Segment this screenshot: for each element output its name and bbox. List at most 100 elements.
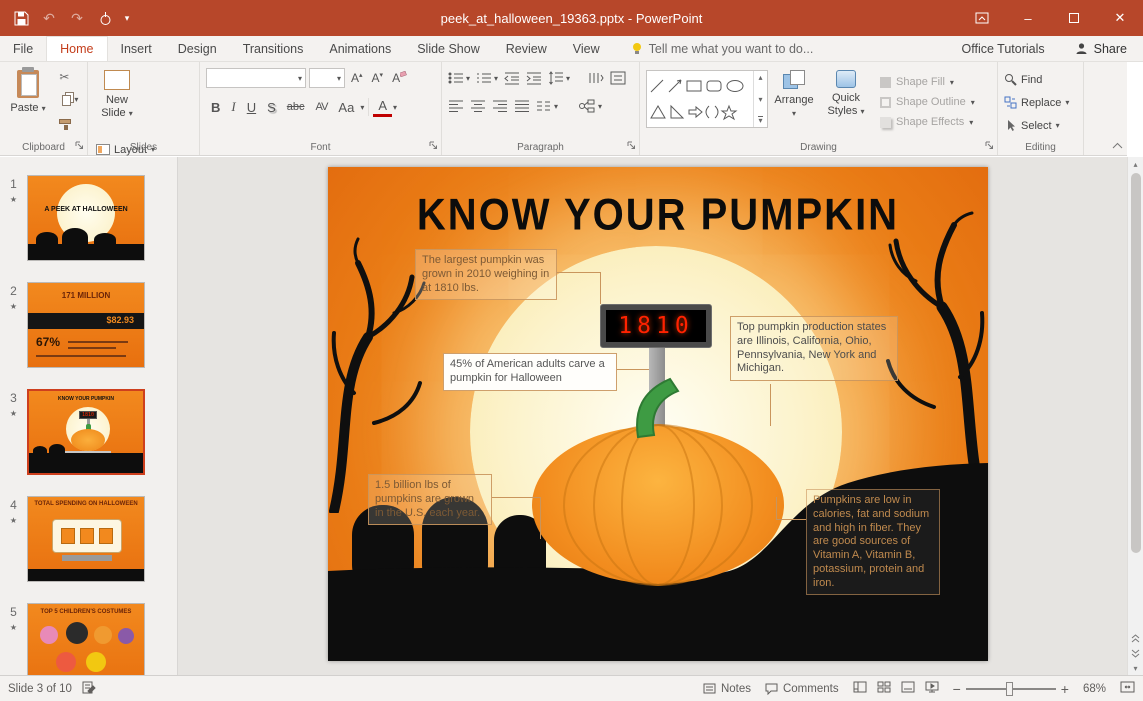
slide-show-button[interactable] bbox=[925, 681, 939, 696]
notes-button[interactable]: Notes bbox=[703, 683, 751, 695]
slide-thumbnail-3[interactable]: 3 ★ KNOW YOUR PUMPKIN 1810 bbox=[0, 389, 177, 475]
clipboard-dialog-launcher[interactable] bbox=[75, 139, 84, 153]
align-text-button[interactable] bbox=[610, 71, 626, 85]
justify-button[interactable] bbox=[514, 99, 530, 113]
callout-largest-pumpkin[interactable]: The largest pumpkin was grown in 2010 we… bbox=[415, 249, 557, 300]
shapes-more-button[interactable]: ▾ bbox=[758, 116, 762, 125]
numbering-button[interactable]: ▾ bbox=[476, 71, 498, 85]
format-painter-button[interactable] bbox=[57, 110, 80, 132]
tab-slide-show[interactable]: Slide Show bbox=[404, 36, 493, 61]
slide-canvas[interactable]: KNOW YOUR PUMPKIN 1810 bbox=[328, 167, 988, 661]
scroll-down-button[interactable]: ▾ bbox=[1133, 664, 1137, 673]
callout-carve-pumpkin[interactable]: 45% of American adults carve a pumpkin f… bbox=[443, 353, 617, 391]
next-slide-button[interactable] bbox=[1131, 649, 1140, 660]
text-direction-button[interactable] bbox=[588, 71, 604, 85]
convert-to-smartart-button[interactable]: ▾ bbox=[578, 99, 602, 113]
tab-design[interactable]: Design bbox=[165, 36, 230, 61]
scrollbar-thumb[interactable] bbox=[1131, 173, 1141, 553]
font-size-combo[interactable]: ▾ bbox=[309, 68, 345, 88]
font-name-combo[interactable]: ▾ bbox=[206, 68, 306, 88]
shapes-scroll-down-button[interactable]: ▾ bbox=[758, 95, 762, 104]
zoom-slider-thumb[interactable] bbox=[1006, 682, 1013, 696]
decrease-font-size-button[interactable]: A▾ bbox=[369, 71, 387, 85]
paragraph-dialog-launcher[interactable] bbox=[627, 139, 636, 153]
touch-mouse-mode-button[interactable] bbox=[92, 5, 118, 31]
bullets-button[interactable]: ▾ bbox=[448, 71, 470, 85]
tab-home[interactable]: Home bbox=[46, 36, 107, 61]
normal-view-button[interactable] bbox=[853, 681, 867, 696]
share-button[interactable]: Share bbox=[1059, 42, 1143, 56]
find-button[interactable]: Find bbox=[1004, 68, 1079, 91]
zoom-slider[interactable] bbox=[966, 688, 1056, 690]
slide-thumbnail-4[interactable]: 4 ★ TOTAL SPENDING ON HALLOWEEN bbox=[0, 496, 177, 582]
zoom-in-button[interactable]: + bbox=[1061, 681, 1069, 697]
tab-animations[interactable]: Animations bbox=[316, 36, 404, 61]
collapse-ribbon-button[interactable] bbox=[1112, 138, 1123, 152]
minimize-button[interactable]: – bbox=[1005, 0, 1051, 36]
shape-outline-button[interactable]: Shape Outline▾ bbox=[880, 92, 975, 112]
increase-indent-button[interactable] bbox=[526, 71, 542, 85]
pumpkin-graphic[interactable] bbox=[532, 426, 784, 584]
tab-review[interactable]: Review bbox=[493, 36, 560, 61]
callout-billion-lbs[interactable]: 1.5 billion lbs of pumpkins are grown in… bbox=[368, 474, 492, 525]
copy-button[interactable]: ▾ bbox=[57, 88, 80, 110]
office-tutorials-button[interactable]: Office Tutorials bbox=[948, 42, 1059, 56]
maximize-button[interactable] bbox=[1051, 0, 1097, 36]
proofing-status-icon[interactable] bbox=[82, 681, 96, 697]
replace-button[interactable]: Replace▾ bbox=[1004, 91, 1079, 114]
tab-insert[interactable]: Insert bbox=[108, 36, 165, 61]
paste-button[interactable]: Paste ▾ bbox=[6, 66, 50, 138]
shapes-scroll-up-button[interactable]: ▴ bbox=[758, 73, 762, 82]
new-slide-button[interactable]: New Slide ▾ bbox=[94, 66, 140, 138]
drawing-dialog-launcher[interactable] bbox=[985, 139, 994, 153]
scroll-up-button[interactable]: ▴ bbox=[1133, 157, 1137, 169]
font-color-button[interactable]: A bbox=[373, 97, 392, 117]
decrease-indent-button[interactable] bbox=[504, 71, 520, 85]
tab-view[interactable]: View bbox=[560, 36, 613, 61]
slide-title[interactable]: KNOW YOUR PUMPKIN bbox=[328, 190, 988, 240]
arrange-button[interactable]: Arrange ▾ bbox=[768, 66, 820, 138]
change-case-button[interactable]: Aa bbox=[333, 98, 359, 117]
tab-file[interactable]: File bbox=[0, 36, 46, 61]
callout-nutrition[interactable]: Pumpkins are low in calories, fat and so… bbox=[806, 489, 940, 595]
align-center-button[interactable] bbox=[470, 99, 486, 113]
columns-button[interactable]: ▾ bbox=[536, 99, 558, 113]
line-spacing-button[interactable]: ▾ bbox=[548, 71, 570, 85]
zoom-percentage-button[interactable]: 68% bbox=[1083, 683, 1106, 695]
fit-slide-to-window-button[interactable] bbox=[1120, 681, 1135, 696]
underline-button[interactable]: U bbox=[242, 98, 261, 117]
quick-styles-button[interactable]: Quick Styles ▾ bbox=[820, 66, 872, 138]
italic-button[interactable]: I bbox=[226, 97, 240, 117]
slide-sorter-view-button[interactable] bbox=[877, 681, 891, 696]
qat-customize-button[interactable]: ▾ bbox=[120, 5, 134, 31]
previous-slide-button[interactable] bbox=[1131, 634, 1140, 645]
redo-button[interactable]: ↷ bbox=[64, 5, 90, 31]
select-button[interactable]: Select▾ bbox=[1004, 114, 1079, 137]
slide-thumbnail-5[interactable]: 5 ★ TOP 5 CHILDREN'S COSTUMES bbox=[0, 603, 177, 675]
text-shadow-button[interactable]: S bbox=[262, 98, 281, 117]
clear-formatting-button[interactable]: A bbox=[389, 71, 410, 85]
character-spacing-button[interactable]: AV bbox=[311, 99, 333, 115]
bold-button[interactable]: B bbox=[206, 98, 225, 117]
shape-fill-button[interactable]: Shape Fill▾ bbox=[880, 72, 975, 92]
tell-me-box[interactable]: Tell me what you want to do... bbox=[619, 36, 826, 61]
shape-gallery[interactable]: ▴ ▾ ▾ bbox=[646, 70, 768, 128]
shape-effects-button[interactable]: Shape Effects▾ bbox=[880, 112, 975, 132]
cut-button[interactable]: ✂ bbox=[57, 66, 80, 88]
slide-thumbnail-1[interactable]: 1 ★ A PEEK AT HALLOWEEN bbox=[0, 175, 177, 261]
align-left-button[interactable] bbox=[448, 99, 464, 113]
tab-transitions[interactable]: Transitions bbox=[230, 36, 317, 61]
callout-production-states[interactable]: Top pumpkin production states are Illino… bbox=[730, 316, 898, 381]
zoom-out-button[interactable]: − bbox=[953, 681, 961, 697]
font-dialog-launcher[interactable] bbox=[429, 139, 438, 153]
ribbon-display-options-button[interactable] bbox=[959, 0, 1005, 36]
comments-button[interactable]: Comments bbox=[765, 683, 839, 695]
close-button[interactable]: ✕ bbox=[1097, 0, 1143, 36]
strikethrough-button[interactable]: abc bbox=[282, 99, 310, 115]
slide-thumbnail-2[interactable]: 2 ★ 171 MILLION $82.93 67% bbox=[0, 282, 177, 368]
undo-button[interactable]: ↶ bbox=[36, 5, 62, 31]
increase-font-size-button[interactable]: A▴ bbox=[348, 71, 366, 85]
scale-display[interactable]: 1810 bbox=[600, 304, 712, 348]
save-button[interactable] bbox=[8, 5, 34, 31]
reading-view-button[interactable] bbox=[901, 681, 915, 696]
